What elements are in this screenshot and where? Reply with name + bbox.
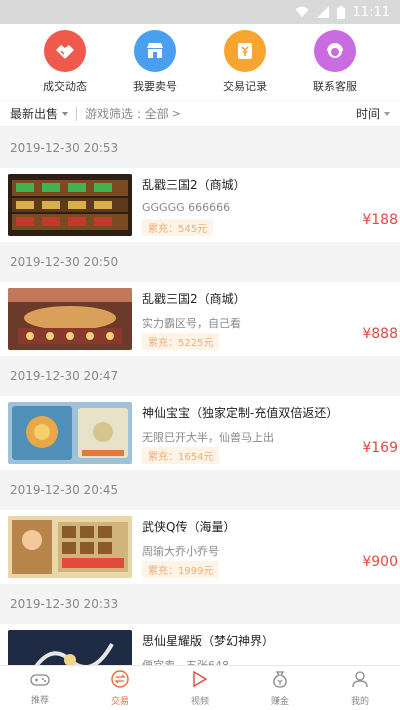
time-sort-label: 时间	[355, 107, 380, 121]
play-icon	[192, 670, 208, 692]
battery-icon	[336, 5, 345, 19]
recharge-badge: 累充：1999元	[142, 561, 220, 578]
product-description: 无限已开大半，仙兽马上出	[142, 431, 274, 444]
game-filter-label: 游戏筛选 : 全部	[85, 107, 169, 121]
list-item: 2019-12-30 20:53 乱戳三国2（商城） GGGGG 666666 …	[0, 128, 400, 242]
list-item: 2019-12-30 20:47 神仙宝宝（独家定制-充值双倍返还） 无限已开大…	[0, 356, 400, 470]
tab-label: 交易	[110, 696, 129, 707]
product-card[interactable]: 神仙宝宝（独家定制-充值双倍返还） 无限已开大半，仙兽马上出 累充：1654元 …	[0, 396, 400, 470]
product-title: 思仙星耀版（梦幻神界）	[142, 634, 275, 648]
list-item: 2019-12-30 20:45 武侠Q传（海量） 周瑜大乔小乔号 累充：199…	[0, 470, 400, 584]
tab-label: 我的	[350, 696, 369, 707]
caret-down-icon	[62, 111, 69, 116]
quick-records-button[interactable]: 交易记录	[205, 30, 285, 100]
tab-profile[interactable]: 我的	[330, 670, 390, 707]
bottom-tab-bar: 推荐 交易 视频 赚金 我的	[0, 665, 400, 710]
signal-icon	[316, 6, 329, 18]
recharge-badge: 累充：1654元	[142, 447, 220, 464]
entry-date: 2019-12-30 20:45	[10, 483, 119, 497]
status-bar: 11:11	[0, 0, 400, 24]
tab-label: 赚金	[270, 696, 289, 707]
entry-date: 2019-12-30 20:50	[10, 255, 119, 269]
money-bag-icon	[271, 670, 289, 692]
product-title: 乱戳三国2（商城）	[142, 178, 246, 192]
product-title: 神仙宝宝（独家定制-充值双倍返还）	[142, 406, 339, 420]
product-card[interactable]: 乱戳三国2（商城） 实力霸区号，自己看 累充：5225元 ¥888	[0, 282, 400, 356]
filter-bar: 最新出售 游戏筛选 : 全部 > 时间	[0, 101, 400, 127]
quick-sell-button[interactable]: 我要卖号	[115, 30, 195, 100]
product-description: 实力霸区号，自己看	[142, 317, 241, 330]
tab-label: 视频	[190, 696, 209, 707]
game-thumbnail	[8, 288, 132, 350]
game-thumbnail	[8, 516, 132, 578]
caret-down-icon	[384, 111, 390, 116]
product-title: 武侠Q传（海量）	[142, 520, 236, 534]
clock: 11:11	[352, 4, 390, 20]
product-price: ¥900	[362, 554, 398, 570]
recharge-badge: 累充：545元	[142, 219, 214, 236]
divider	[76, 106, 78, 121]
product-price: ¥188	[362, 212, 398, 228]
quick-deals-button[interactable]: 成交动态	[25, 30, 105, 100]
product-card[interactable]: 武侠Q传（海量） 周瑜大乔小乔号 累充：1999元 ¥900	[0, 510, 400, 584]
listing: 2019-12-30 20:53 乱戳三国2（商城） GGGGG 666666 …	[0, 128, 400, 698]
product-title: 乱戳三国2（商城）	[142, 292, 246, 306]
game-thumbnail	[8, 174, 132, 236]
quick-deals-label: 成交动态	[43, 80, 87, 93]
tab-trade[interactable]: 交易	[90, 669, 150, 707]
time-sort[interactable]: 时间	[356, 105, 390, 122]
quick-records-label: 交易记录	[223, 80, 267, 93]
quick-sell-label: 我要卖号	[133, 80, 177, 93]
tab-earn[interactable]: 赚金	[250, 670, 310, 707]
game-filter[interactable]: 游戏筛选 : 全部 >	[85, 105, 181, 122]
entry-date: 2019-12-30 20:33	[10, 597, 119, 611]
sort-label: 最新出售	[10, 107, 59, 121]
service-icon	[314, 30, 356, 72]
user-icon	[351, 670, 369, 692]
coin-record-icon	[224, 30, 266, 72]
wifi-icon	[295, 6, 309, 18]
product-price: ¥169	[362, 440, 398, 456]
shop-icon	[134, 30, 176, 72]
product-description: 周瑜大乔小乔号	[142, 545, 219, 558]
sort-dropdown[interactable]: 最新出售	[10, 105, 69, 122]
exchange-icon	[111, 669, 129, 692]
product-price: ¥888	[362, 326, 398, 342]
handshake-icon	[44, 30, 86, 72]
tab-video[interactable]: 视频	[170, 670, 230, 707]
quick-service-button[interactable]: 联系客服	[295, 30, 375, 100]
quick-service-label: 联系客服	[313, 80, 357, 93]
product-description: GGGGG 666666	[142, 201, 231, 214]
product-card[interactable]: 乱戳三国2（商城） GGGGG 666666 累充：545元 ¥188	[0, 168, 400, 242]
gamepad-icon	[30, 671, 50, 691]
tab-label: 推荐	[30, 695, 49, 706]
chevron-right-icon: >	[171, 107, 181, 120]
tab-recommend[interactable]: 推荐	[10, 671, 70, 706]
entry-date: 2019-12-30 20:53	[10, 141, 119, 155]
game-thumbnail	[8, 402, 132, 464]
entry-date: 2019-12-30 20:47	[10, 369, 119, 383]
list-item: 2019-12-30 20:50 乱戳三国2（商城） 实力霸区号，自己看 累充：…	[0, 242, 400, 356]
recharge-badge: 累充：5225元	[142, 333, 220, 350]
quick-action-bar: 成交动态 我要卖号 交易记录 联系客服	[0, 24, 400, 100]
